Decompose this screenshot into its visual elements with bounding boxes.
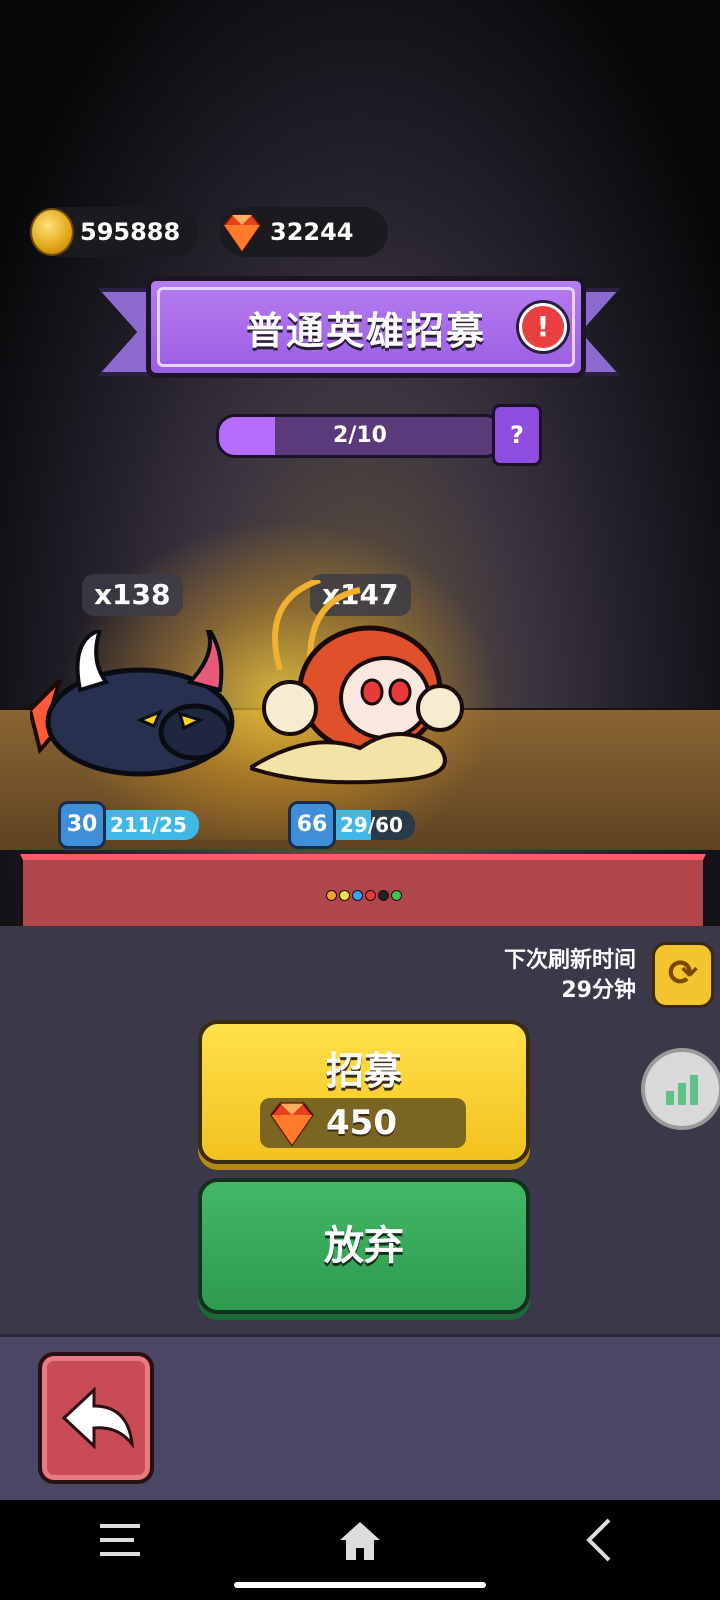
hero-stat-bar: 30 211/25 bbox=[58, 801, 199, 849]
coin-counter: 595888 bbox=[30, 207, 198, 257]
give-up-button[interactable]: 放弃 bbox=[198, 1178, 530, 1314]
banner-title: 普通英雄招募 bbox=[245, 308, 486, 353]
level-badge: 30 bbox=[58, 801, 106, 849]
result-dot bbox=[326, 890, 337, 901]
gem-value: 32244 bbox=[270, 218, 354, 246]
give-up-label: 放弃 bbox=[324, 1223, 404, 1269]
level-badge: 66 bbox=[288, 801, 336, 849]
menu-nav-button[interactable] bbox=[80, 1500, 160, 1580]
recruit-banner: 普通英雄招募 ! bbox=[146, 276, 586, 378]
back-arrow-icon bbox=[61, 1386, 135, 1450]
stats-float-button[interactable] bbox=[641, 1048, 720, 1130]
result-dots bbox=[326, 890, 402, 901]
gem-counter: 32244 bbox=[220, 207, 388, 257]
refresh-label: 下次刷新时间 bbox=[503, 948, 636, 973]
hero-count-badge: x138 bbox=[82, 574, 183, 616]
demon-blob-hero[interactable] bbox=[30, 630, 240, 780]
coin-icon bbox=[30, 208, 74, 256]
back-nav-button[interactable] bbox=[560, 1500, 640, 1580]
home-icon bbox=[340, 1522, 380, 1560]
home-nav-button[interactable] bbox=[320, 1500, 400, 1580]
bar-chart-icon bbox=[666, 1075, 698, 1105]
result-dot bbox=[352, 890, 363, 901]
refresh-info: 下次刷新时间 29分钟 bbox=[504, 946, 636, 1006]
hero-stat-bar: 66 29/60 bbox=[288, 801, 415, 849]
refresh-icon: ⟳ bbox=[667, 953, 699, 994]
chevron-left-icon bbox=[586, 1518, 611, 1562]
recruit-cost-value: 450 bbox=[326, 1103, 397, 1143]
recruit-progress-bar: 2/10 bbox=[216, 414, 504, 458]
result-dot bbox=[365, 890, 376, 901]
back-button[interactable] bbox=[38, 1352, 154, 1484]
result-dot bbox=[378, 890, 389, 901]
alert-icon[interactable]: ! bbox=[519, 303, 567, 351]
result-dot bbox=[391, 890, 402, 901]
recruit-button[interactable]: 招募 450 bbox=[198, 1020, 530, 1164]
hp-value: 211/25 bbox=[100, 810, 199, 840]
recruit-cost: 450 bbox=[260, 1098, 466, 1148]
battle-scene: 595888 32244 普通英雄招募 ! 2/10 ? x138 30 211… bbox=[0, 0, 720, 940]
menu-icon bbox=[100, 1524, 140, 1556]
gem-icon bbox=[270, 1102, 314, 1147]
gem-icon bbox=[222, 214, 262, 253]
refresh-button[interactable]: ⟳ bbox=[652, 942, 714, 1008]
coin-value: 595888 bbox=[80, 218, 181, 246]
monkey-cloud-hero[interactable] bbox=[250, 580, 480, 790]
result-dot bbox=[339, 890, 350, 901]
gesture-home-bar[interactable] bbox=[234, 1582, 486, 1588]
help-button[interactable]: ? bbox=[492, 404, 542, 466]
refresh-time: 29分钟 bbox=[561, 978, 636, 1003]
recruit-label: 招募 bbox=[325, 1049, 402, 1093]
progress-text: 2/10 bbox=[333, 423, 387, 448]
hp-value: 29/60 bbox=[330, 810, 415, 840]
